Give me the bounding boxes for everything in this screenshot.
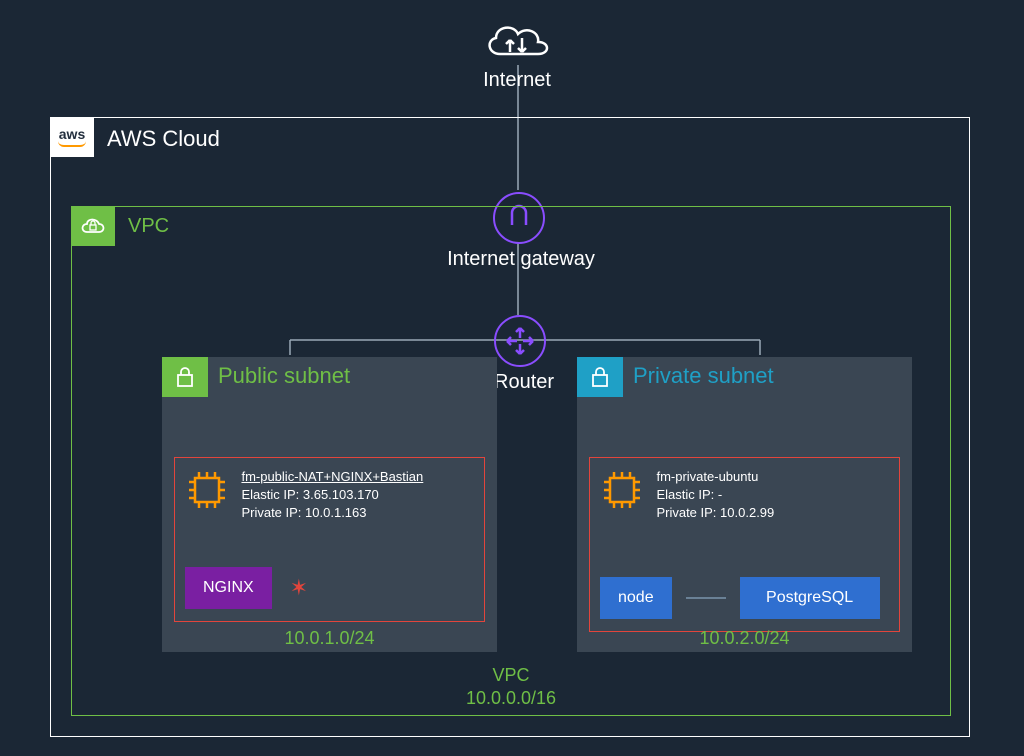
- vpc-cidr: 10.0.0.0/16: [466, 688, 556, 708]
- elastic-ip-label: Elastic IP:: [656, 487, 714, 502]
- marker-icon: ✶: [290, 575, 308, 601]
- ec2-chip-icon: [600, 468, 644, 512]
- internet-block: Internet: [480, 18, 554, 92]
- service-connector-line: [686, 597, 726, 599]
- vpc-badge-icon: [71, 206, 115, 246]
- public-subnet-badge: [162, 357, 208, 397]
- private-subnet-cidr: 10.0.2.0/24: [577, 628, 912, 649]
- public-subnet-title: Public subnet: [218, 363, 350, 389]
- private-subnet-badge: [577, 357, 623, 397]
- internet-label: Internet: [480, 69, 554, 92]
- aws-logo-text: aws: [59, 127, 85, 141]
- service-postgresql: PostgreSQL: [740, 577, 880, 619]
- public-instance-name: fm-public-NAT+NGINX+Bastian: [241, 469, 423, 484]
- aws-cloud-container: aws AWS Cloud Internet gateway VPC: [50, 117, 970, 737]
- public-instance-text: fm-public-NAT+NGINX+Bastian Elastic IP: …: [241, 468, 423, 523]
- public-subnet-cidr: 10.0.1.0/24: [162, 628, 497, 649]
- public-subnet: Public subnet fm-public-NAT+NGINX+: [162, 357, 497, 652]
- aws-cloud-title: AWS Cloud: [107, 126, 220, 152]
- public-instance: fm-public-NAT+NGINX+Bastian Elastic IP: …: [174, 457, 485, 622]
- private-elastic-ip: -: [718, 487, 722, 502]
- cloud-icon: [480, 18, 554, 64]
- vpc-cloud-icon: [79, 214, 107, 238]
- public-private-ip: 10.0.1.163: [305, 505, 366, 520]
- lock-icon: [589, 365, 611, 389]
- vpc-footer: VPC 10.0.0.0/16: [72, 664, 950, 709]
- vpc-footer-name: VPC: [492, 665, 529, 685]
- router-label: Router: [494, 371, 554, 394]
- private-services-row: node PostgreSQL: [600, 577, 889, 619]
- aws-logo-badge: aws: [50, 117, 94, 157]
- private-private-ip: 10.0.2.99: [720, 505, 774, 520]
- aws-smile-icon: [58, 141, 86, 147]
- vpc-title: VPC: [128, 215, 169, 238]
- private-instance: fm-private-ubuntu Elastic IP: - Private …: [589, 457, 900, 632]
- private-subnet: body Private subnet fm-privat: [577, 357, 912, 652]
- private-ip-label: Private IP:: [241, 505, 301, 520]
- router-icon: [494, 315, 546, 367]
- private-instance-name: fm-private-ubuntu: [656, 469, 758, 484]
- elastic-ip-label: Elastic IP:: [241, 487, 299, 502]
- vpc-container: VPC Router Public subnet: [71, 206, 951, 716]
- public-elastic-ip: 3.65.103.170: [303, 487, 379, 502]
- private-ip-label: Private IP:: [656, 505, 716, 520]
- service-node: node: [600, 577, 672, 619]
- public-services-row: NGINX ✶: [185, 567, 474, 609]
- private-subnet-title: Private subnet: [633, 363, 774, 389]
- router-block: Router: [494, 315, 554, 394]
- lock-icon: [174, 365, 196, 389]
- ec2-chip-icon: [185, 468, 229, 512]
- private-instance-text: fm-private-ubuntu Elastic IP: - Private …: [656, 468, 774, 523]
- service-nginx: NGINX: [185, 567, 272, 609]
